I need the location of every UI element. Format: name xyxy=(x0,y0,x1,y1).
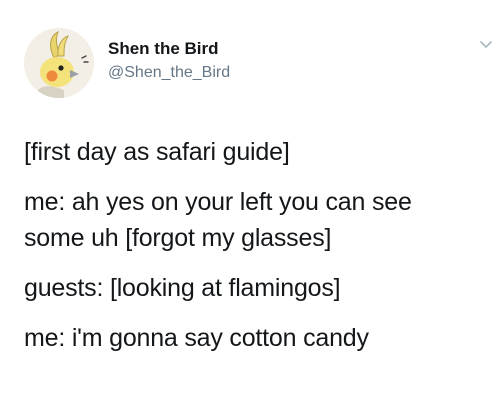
tweet-line: me: ah yes on your left you can see xyxy=(24,188,412,216)
tweet-line: guests: [looking at flamingos] xyxy=(24,274,341,302)
author-handle[interactable]: @Shen_the_Bird xyxy=(108,64,230,82)
tweet-text: [first day as safari guide] me: ah yes o… xyxy=(24,134,484,356)
cockatiel-avatar-icon xyxy=(24,28,94,98)
tweet-line: some uh [forgot my glasses] xyxy=(24,224,332,252)
chevron-down-icon[interactable] xyxy=(478,36,494,52)
tweet-card: Shen the Bird @Shen_the_Bird [first day … xyxy=(0,0,500,410)
author-display-name[interactable]: Shen the Bird xyxy=(108,39,219,59)
avatar[interactable] xyxy=(24,28,94,98)
tweet-line: me: i'm gonna say cotton candy xyxy=(24,324,369,352)
tweet-line: [first day as safari guide] xyxy=(24,138,290,166)
